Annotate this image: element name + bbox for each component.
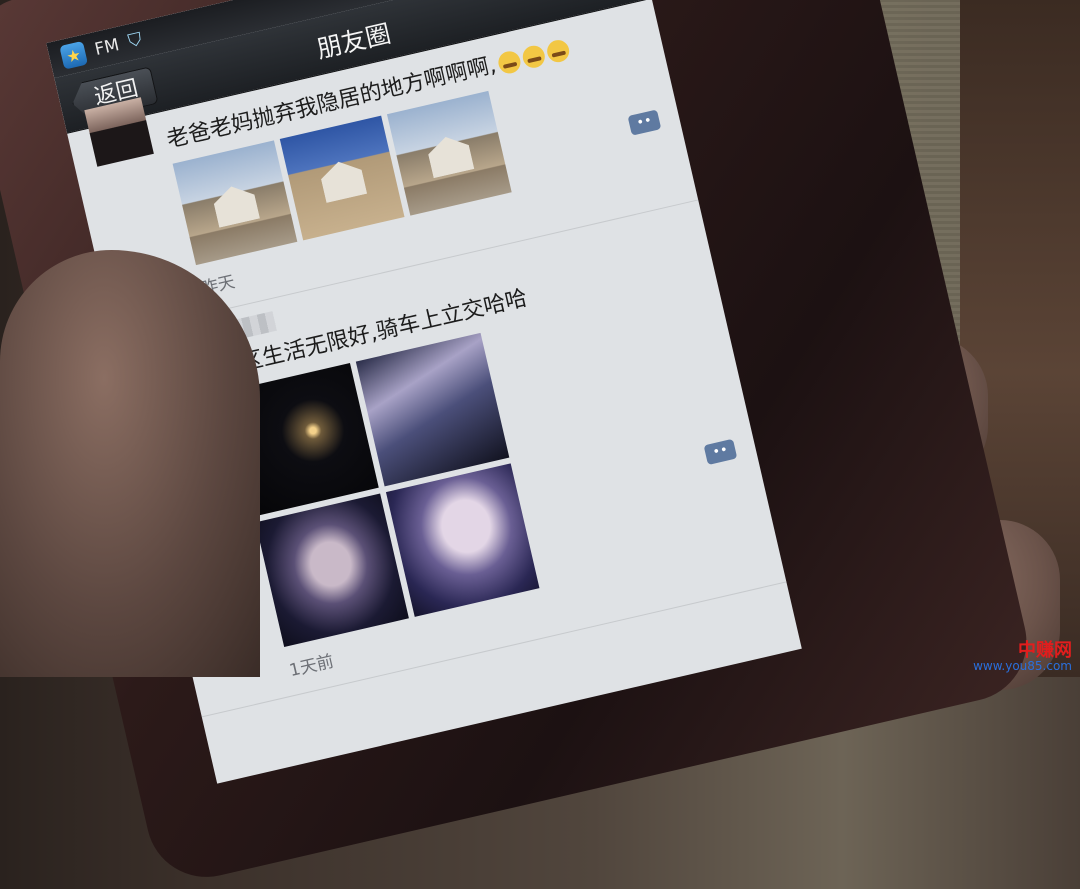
status-app-label: FM xyxy=(92,35,122,61)
watermark-url: www.you85.com xyxy=(973,659,1072,674)
hand-palm xyxy=(0,250,260,677)
watermark: 中赚网 www.you85.com xyxy=(973,639,1072,674)
post-photo[interactable] xyxy=(255,493,409,648)
post-photo[interactable] xyxy=(355,332,510,487)
post-photo[interactable] xyxy=(279,115,405,241)
watermark-name: 中赚网 xyxy=(1018,639,1072,661)
crying-emoji-icon xyxy=(520,43,547,70)
shield-icon: ⛉ xyxy=(126,28,145,53)
post-photo[interactable] xyxy=(386,90,512,216)
crying-emoji-icon xyxy=(544,37,572,65)
star-app-icon: ★ xyxy=(59,40,89,70)
avatar[interactable] xyxy=(84,97,154,167)
post-photo[interactable] xyxy=(385,463,540,617)
crying-emoji-icon xyxy=(496,49,523,76)
post-photo[interactable] xyxy=(172,140,298,266)
